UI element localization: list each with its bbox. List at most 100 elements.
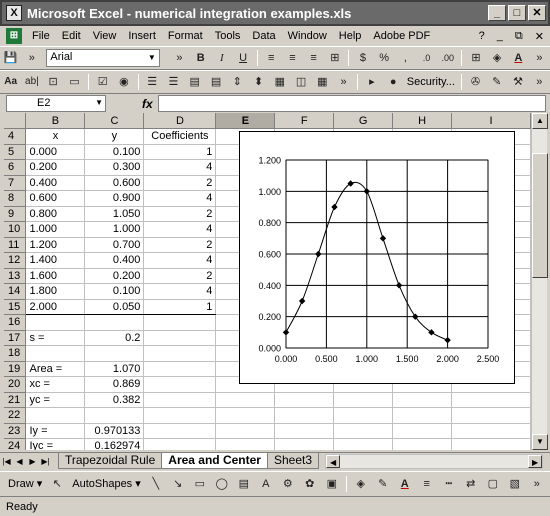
edit-code-icon[interactable]: ◫ (291, 73, 310, 91)
menu-adobe-pdf[interactable]: Adobe PDF (367, 30, 436, 42)
column-header-f[interactable]: F (274, 113, 335, 129)
cell-d[interactable]: 4 (143, 159, 217, 176)
toolbox-icon[interactable]: ✇ (466, 73, 485, 91)
fill-color-icon[interactable]: ◈ (351, 475, 371, 493)
cell-h[interactable] (392, 407, 453, 424)
row-header[interactable]: 19 (4, 361, 27, 377)
cell-b[interactable]: 1.200 (25, 237, 86, 253)
sheet-tab-area-and-center[interactable]: Area and Center (161, 453, 268, 469)
scroll-thumb[interactable] (532, 153, 548, 278)
row-header[interactable]: 24 (4, 438, 27, 450)
list-box-icon[interactable]: ☰ (143, 73, 162, 91)
menu-insert[interactable]: Insert (122, 30, 162, 42)
doc-close-icon[interactable]: ✕ (529, 30, 550, 43)
cell-i[interactable] (451, 392, 531, 408)
cell-d[interactable] (143, 423, 217, 439)
arrow-icon[interactable]: ↘ (168, 475, 188, 493)
cell-c[interactable] (84, 407, 145, 424)
row-header[interactable]: 8 (4, 190, 27, 207)
cell-c[interactable]: 0.970133 (84, 423, 145, 439)
column-header-e[interactable]: E (215, 113, 276, 129)
cell-d[interactable]: 1 (143, 299, 217, 315)
bold-icon[interactable]: B (191, 49, 210, 67)
cell-g[interactable] (333, 438, 394, 450)
row-header[interactable]: 17 (4, 330, 27, 346)
align-center-icon[interactable]: ≡ (283, 49, 302, 67)
cell-c[interactable]: 0.300 (84, 159, 145, 176)
cell-c[interactable]: 0.162974 (84, 438, 145, 450)
cell-d[interactable]: 1 (143, 144, 217, 160)
chart-area[interactable]: 0.000 0.200 0.400 0.600 0.800 1.000 1.200 0.000… (239, 131, 515, 384)
line-icon[interactable]: ╲ (146, 475, 166, 493)
cell-c[interactable]: 0.382 (84, 392, 145, 408)
text-box-icon[interactable]: ▤ (234, 475, 254, 493)
cell-c[interactable]: 0.200 (84, 268, 145, 284)
align-left-icon[interactable]: ≡ (262, 49, 281, 67)
cell-b[interactable]: 1.600 (25, 268, 86, 284)
menu-data[interactable]: Data (246, 30, 281, 42)
column-header-c[interactable]: C (84, 113, 145, 129)
cell-c[interactable]: 0.050 (84, 299, 145, 315)
column-header-d[interactable]: D (143, 113, 217, 129)
cell-h[interactable] (392, 392, 453, 408)
borders-icon[interactable]: ⊞ (466, 49, 485, 67)
record-macro-icon[interactable]: ● (384, 73, 403, 91)
dash-style-icon[interactable]: ┅ (439, 475, 459, 493)
fx-icon[interactable]: fx (142, 97, 153, 111)
cell-d[interactable]: 4 (143, 252, 217, 269)
cell-h[interactable] (392, 423, 453, 439)
last-sheet-icon[interactable]: ▶| (39, 457, 52, 466)
formula-input[interactable] (158, 95, 546, 112)
cell-c[interactable]: 0.2 (84, 330, 145, 346)
cell-c[interactable]: y (84, 128, 145, 145)
sheet-tab-sheet3[interactable]: Sheet3 (266, 453, 320, 469)
cell-b[interactable]: yc = (25, 392, 86, 408)
cell-d[interactable] (143, 330, 217, 346)
currency-icon[interactable]: $ (353, 49, 372, 67)
cell-d[interactable] (143, 345, 217, 362)
merge-center-icon[interactable]: ⊞ (325, 49, 344, 67)
cell-g[interactable] (333, 407, 394, 424)
cell-d[interactable]: 4 (143, 190, 217, 207)
scroll-left-icon[interactable]: ◀ (326, 454, 341, 468)
cell-c[interactable]: 0.100 (84, 144, 145, 160)
cell-c[interactable]: 1.000 (84, 221, 145, 238)
cell-f[interactable] (274, 438, 335, 450)
row-header[interactable]: 15 (4, 299, 27, 315)
row-header[interactable]: 16 (4, 314, 27, 331)
scroll-right-icon[interactable]: ▶ (528, 454, 543, 468)
select-objects-icon[interactable]: ↖ (47, 475, 67, 493)
scroll-down-icon[interactable]: ▼ (532, 434, 548, 450)
line-color-icon[interactable]: ✎ (373, 475, 393, 493)
font-color-icon[interactable]: A (509, 49, 528, 67)
workbook-icon[interactable]: ⊞ (6, 28, 22, 44)
vertical-scrollbar[interactable]: ▲ ▼ (531, 113, 548, 450)
horizontal-scrollbar[interactable]: ◀ ▶ (325, 453, 544, 469)
menu-edit[interactable]: Edit (56, 30, 87, 42)
arrow-style-icon[interactable]: ⇄ (461, 475, 481, 493)
autoshapes-menu[interactable]: AutoShapes ▾ (68, 477, 145, 490)
scroll-bar-icon[interactable]: ⇕ (228, 73, 247, 91)
cell-b[interactable]: 1.800 (25, 283, 86, 300)
cell-d[interactable]: 2 (143, 206, 217, 222)
cell-d[interactable] (143, 314, 217, 331)
cell-b[interactable]: xc = (25, 376, 86, 393)
checkbox-icon[interactable]: ☑ (93, 73, 112, 91)
picture-icon[interactable]: ▣ (322, 475, 342, 493)
doc-restore-icon[interactable]: ⧉ (509, 30, 529, 43)
cell-b[interactable]: 0.400 (25, 175, 86, 191)
menu-help[interactable]: Help (333, 30, 368, 42)
row-header[interactable]: 13 (4, 268, 27, 284)
cell-d[interactable] (143, 376, 217, 393)
cell-i[interactable] (451, 438, 531, 450)
cell-b[interactable]: 1.000 (25, 221, 86, 238)
cell-b[interactable]: 0.800 (25, 206, 86, 222)
cell-c[interactable] (84, 345, 145, 362)
column-header-i[interactable]: I (451, 113, 531, 129)
row-header[interactable]: 14 (4, 283, 27, 300)
cell-e[interactable] (215, 407, 276, 424)
toggle-grid-icon[interactable]: ▦ (313, 73, 332, 91)
cell-b[interactable]: 0.200 (25, 159, 86, 176)
control-properties-icon[interactable]: ▦ (270, 73, 289, 91)
cell-d[interactable] (143, 407, 217, 424)
